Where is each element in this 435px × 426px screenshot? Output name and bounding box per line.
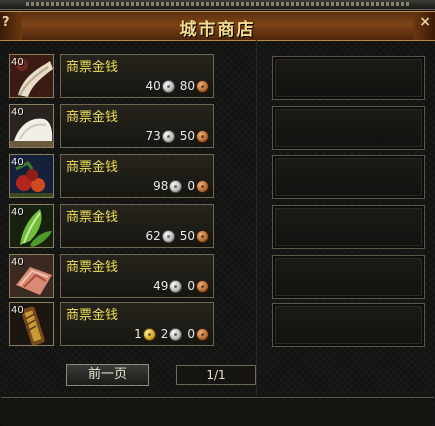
copper-amount: 0	[187, 179, 195, 193]
item-name: 商票金钱	[66, 260, 119, 275]
title-bar[interactable]: ? 城市商店 ×	[0, 11, 435, 41]
item-info: 商票金钱 49 0	[60, 254, 214, 298]
silver-coin-icon	[169, 179, 183, 193]
item-price: 62 50	[141, 228, 209, 244]
gold-coin-icon	[142, 327, 156, 341]
silver-amount: 73	[145, 129, 161, 143]
item-quantity: 40	[11, 157, 24, 168]
empty-item-slot[interactable]	[272, 205, 425, 249]
silver-amount: 98	[153, 179, 169, 193]
item-quantity: 40	[11, 207, 24, 218]
item-name: 商票金钱	[66, 210, 119, 225]
shop-item-row[interactable]: 40 商票金钱 1 2 0	[9, 302, 214, 346]
item-slot[interactable]: 40	[9, 204, 54, 248]
empty-item-slot[interactable]	[272, 303, 425, 347]
empty-item-slot[interactable]	[272, 255, 425, 299]
prev-page-button[interactable]: 前一页	[66, 364, 149, 386]
shop-item-row[interactable]: 40 商票金钱 73 50	[9, 104, 214, 148]
copper-amount: 50	[179, 229, 195, 243]
gold-amount: 1	[134, 327, 142, 341]
empty-item-slot[interactable]	[272, 56, 425, 100]
window-top-border	[0, 0, 435, 10]
item-quantity: 40	[11, 107, 24, 118]
copper-coin-icon	[196, 279, 209, 293]
item-info: 商票金钱 98 0	[60, 154, 214, 198]
silver-amount: 49	[153, 279, 169, 293]
item-price: 49 0	[149, 278, 209, 294]
copper-coin-icon	[196, 79, 209, 93]
page-indicator: 1/1	[176, 365, 256, 385]
item-info: 商票金钱 62 50	[60, 204, 214, 248]
copper-amount: 0	[187, 327, 195, 341]
item-price: 98 0	[149, 178, 209, 194]
item-slot[interactable]: 40	[9, 54, 54, 98]
silver-coin-icon	[161, 229, 175, 243]
item-name: 商票金钱	[66, 110, 119, 125]
silver-amount: 2	[160, 327, 169, 341]
chain-decoration	[26, 2, 409, 6]
silver-coin-icon	[169, 327, 183, 341]
copper-amount: 50	[179, 129, 195, 143]
item-price: 1 2 0	[130, 326, 209, 342]
close-icon[interactable]: ×	[419, 14, 431, 30]
silver-coin-icon	[161, 79, 175, 93]
item-slot[interactable]: 40	[9, 302, 54, 346]
silver-coin-icon	[169, 279, 183, 293]
item-slot[interactable]: 40	[9, 154, 54, 198]
shop-item-row[interactable]: 40 商票金钱 40 80	[9, 54, 214, 98]
item-info: 商票金钱 73 50	[60, 104, 214, 148]
silver-amount: 40	[145, 79, 161, 93]
window-title: 城市商店	[179, 20, 256, 40]
item-slot[interactable]: 40	[9, 254, 54, 298]
copper-coin-icon	[196, 229, 209, 243]
item-name: 商票金钱	[66, 160, 119, 175]
copper-amount: 80	[179, 79, 195, 93]
shop-item-row[interactable]: 40 商票金钱 98 0	[9, 154, 214, 198]
shop-window: ? 城市商店 × 40 商票金钱 40 80 40 商票金钱 73 50 40 …	[0, 0, 435, 426]
shop-item-row[interactable]: 40 商票金钱 49 0	[9, 254, 214, 298]
shop-item-row[interactable]: 40 商票金钱 62 50	[9, 204, 214, 248]
item-quantity: 40	[11, 305, 24, 316]
empty-item-slot[interactable]	[272, 155, 425, 199]
item-price: 40 80	[141, 78, 209, 94]
item-info: 商票金钱 40 80	[60, 54, 214, 98]
item-name: 商票金钱	[66, 60, 119, 75]
silver-amount: 62	[145, 229, 161, 243]
item-quantity: 40	[11, 257, 24, 268]
column-divider	[256, 40, 257, 396]
item-info: 商票金钱 1 2 0	[60, 302, 214, 346]
copper-amount: 0	[187, 279, 195, 293]
item-name: 商票金钱	[66, 308, 119, 323]
empty-item-slot[interactable]	[272, 106, 425, 150]
item-price: 73 50	[141, 128, 209, 144]
item-quantity: 40	[11, 57, 24, 68]
silver-coin-icon	[161, 129, 175, 143]
item-slot[interactable]: 40	[9, 104, 54, 148]
copper-coin-icon	[196, 129, 209, 143]
bottom-panel	[1, 397, 434, 426]
copper-coin-icon	[196, 179, 209, 193]
copper-coin-icon	[196, 327, 209, 341]
